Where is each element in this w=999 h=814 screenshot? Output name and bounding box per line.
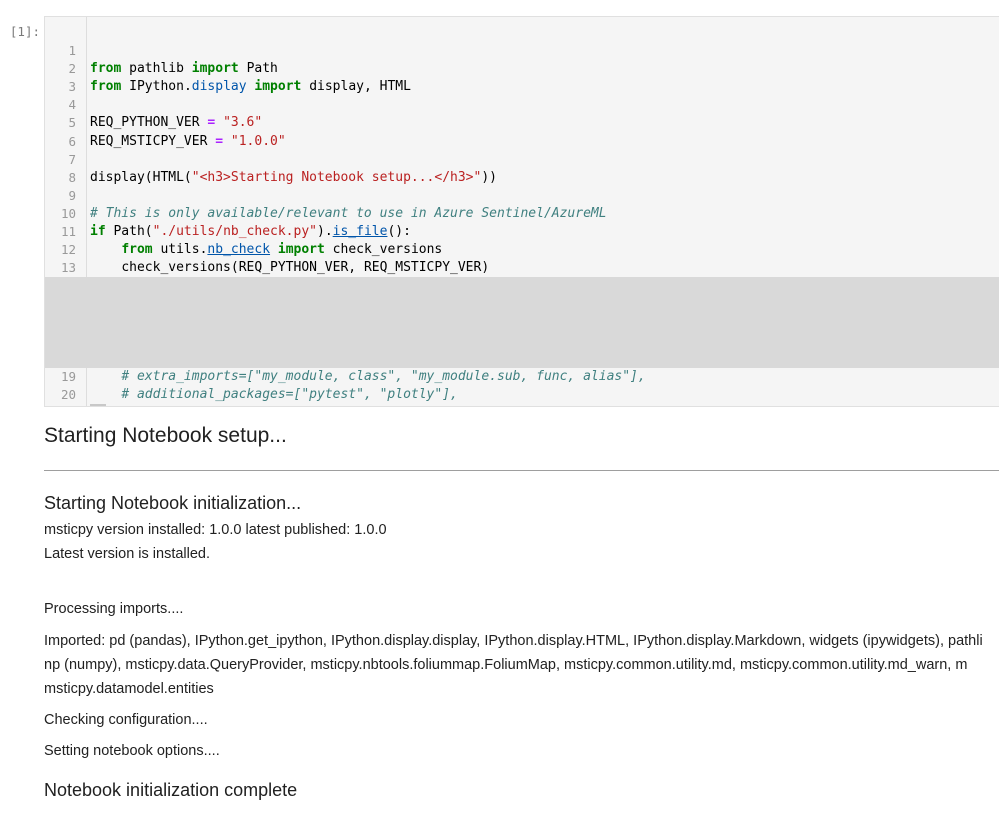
code-line-2: 2 from IPython.display import display, H… xyxy=(45,42,999,60)
code-line-8: 8 xyxy=(45,151,999,169)
output-setting-options: Setting notebook options.... xyxy=(44,743,999,759)
code-line-6: 6 xyxy=(45,114,999,132)
code-line-16-selected: 16 nbinit.init_notebook( xyxy=(45,295,999,313)
code-line-18-selected: 18 # extra_imports=["my_module, class", … xyxy=(45,332,999,350)
code-line-11: 11 from utils.nb_check import check_vers… xyxy=(45,205,999,223)
code-line-21: 21 xyxy=(45,386,999,404)
code-line-17-selected: 17 namespace=globals(), xyxy=(45,314,999,332)
code-line-10: 10 if Path("./utils/nb_check.py").is_fil… xyxy=(45,187,999,205)
code-line-4: 4 REQ_PYTHON_VER = "3.6" xyxy=(45,78,999,96)
output-imported-line-3: msticpy.datamodel.entities xyxy=(44,681,999,697)
line-number: 21 xyxy=(45,404,76,407)
cell-execution-prompt: [1]: xyxy=(8,24,40,39)
output-imported-line-2: np (numpy), msticpy.data.QueryProvider, … xyxy=(44,657,999,673)
code-line-3: 3 xyxy=(45,60,999,78)
output-latest-line: Latest version is installed. xyxy=(44,546,999,562)
code-lines: 1 from pathlib import Path 2 from IPytho… xyxy=(45,24,999,404)
code-line-9: 9 # This is only available/relevant to u… xyxy=(45,169,999,187)
output-heading-initialization: Starting Notebook initialization... xyxy=(44,493,999,514)
code-line-19-selected: 19 # additional_packages=["pytest", "plo… xyxy=(45,350,999,368)
output-imported-line-1: Imported: pd (pandas), IPython.get_ipyth… xyxy=(44,633,999,649)
code-line-5: 5 REQ_MSTICPY_VER = "1.0.0" xyxy=(45,96,999,114)
code-line-13: 13 xyxy=(45,241,999,259)
output-checking-configuration: Checking configuration.... xyxy=(44,712,999,728)
output-heading-setup: Starting Notebook setup... xyxy=(44,424,999,448)
code-line-14: 14 xyxy=(45,259,999,277)
code-line-7: 7 display(HTML("<h3>Starting Notebook se… xyxy=(45,133,999,151)
output-divider xyxy=(44,470,999,471)
output-version-line: msticpy version installed: 1.0.0 latest … xyxy=(44,522,999,538)
code-line-12: 12 check_versions(REQ_PYTHON_VER, REQ_MS… xyxy=(45,223,999,241)
output-processing-imports: Processing imports.... xyxy=(44,601,999,617)
semicolon: ; xyxy=(98,405,106,407)
code-line-15-selected: 15 from msticpy.nbtools import nbinit xyxy=(45,277,999,295)
code-line-20: 20 ); xyxy=(45,368,999,386)
code-cell-editor[interactable]: 1 from pathlib import Path 2 from IPytho… xyxy=(44,16,999,407)
code-line-1: 1 from pathlib import Path xyxy=(45,24,999,42)
output-initialization-complete: Notebook initialization complete xyxy=(44,780,999,801)
